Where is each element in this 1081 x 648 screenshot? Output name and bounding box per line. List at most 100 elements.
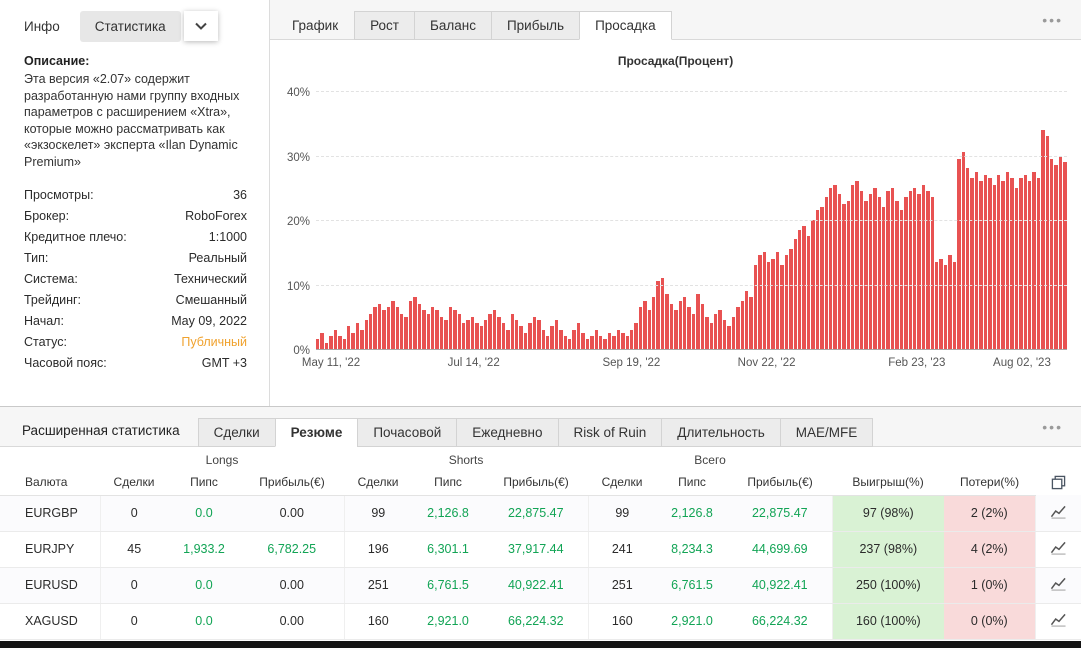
drawdown-bar xyxy=(382,310,386,349)
drawdown-bar xyxy=(457,313,461,349)
drawdown-bar xyxy=(660,278,665,349)
drawdown-bar xyxy=(506,329,510,349)
drawdown-bar xyxy=(373,307,377,349)
table-column-header-row: Валюта Сделки Пипс Прибыль(€) Сделки Пип… xyxy=(0,469,1081,496)
tab-growth[interactable]: Рост xyxy=(354,11,415,40)
drawdown-bar xyxy=(669,303,674,349)
more-menu-icon[interactable] xyxy=(1038,13,1067,27)
table-cell: 40,922.41 xyxy=(484,567,589,604)
drawdown-bar xyxy=(594,329,598,349)
field-value: May 09, 2022 xyxy=(171,314,247,328)
table-cell: 0.00 xyxy=(240,603,345,640)
wins-cell: 97 (98%) xyxy=(832,495,945,532)
tab-drawdown[interactable]: Просадка xyxy=(579,11,672,40)
table-cell: 99 xyxy=(588,495,657,532)
drawdown-bar xyxy=(568,339,572,349)
drawdown-bar xyxy=(1023,174,1027,349)
tab-trades[interactable]: Сделки xyxy=(197,418,276,447)
table-cell: 0.0 xyxy=(168,495,240,532)
table-cell: 0.00 xyxy=(240,495,345,532)
copy-report-icon[interactable] xyxy=(1051,475,1066,490)
drawdown-bar xyxy=(983,174,988,349)
drawdown-bar xyxy=(1010,178,1014,349)
info-field-row: Кредитное плечо: 1:1000 xyxy=(24,227,247,248)
drawdown-bar xyxy=(439,316,444,349)
drawdown-bar xyxy=(554,319,559,349)
equity-chart-icon[interactable] xyxy=(1050,576,1067,591)
tab-duration[interactable]: Длительность xyxy=(661,418,781,447)
wins-cell: 237 (98%) xyxy=(832,531,945,568)
drawdown-bar xyxy=(948,255,952,349)
drawdown-bar xyxy=(678,300,683,349)
drawdown-bar xyxy=(731,316,736,349)
drawdown-bar xyxy=(404,316,408,349)
drawdown-bar xyxy=(762,252,767,349)
y-tick-label: 0% xyxy=(293,345,310,357)
tab-statistics[interactable]: Статистика xyxy=(79,10,181,42)
tab-hourly[interactable]: Почасовой xyxy=(357,418,458,447)
tab-chart[interactable]: График xyxy=(284,11,346,40)
drawdown-bar xyxy=(966,168,970,349)
drawdown-bar xyxy=(523,332,528,349)
drawdown-bar xyxy=(625,336,629,349)
drawdown-chart: Просадка(Процент) 0% 10% 20% 30% 40% May 11,… xyxy=(270,40,1081,372)
field-label: Статус: xyxy=(24,335,67,349)
drawdown-bar xyxy=(1041,129,1045,349)
tab-info[interactable]: Инфо xyxy=(24,19,60,34)
chevron-down-icon[interactable] xyxy=(183,11,218,41)
drawdown-bar xyxy=(789,249,793,349)
field-label: Просмотры: xyxy=(24,188,94,202)
tab-mae-mfe[interactable]: MAE/MFE xyxy=(779,418,874,447)
drawdown-bar xyxy=(842,203,846,349)
drawdown-bar xyxy=(908,190,912,349)
y-tick-label: 20% xyxy=(286,216,310,228)
table-cell: 6,761.5 xyxy=(412,567,485,604)
drawdown-bar xyxy=(886,190,890,349)
drawdown-bar xyxy=(859,190,864,349)
equity-chart-icon[interactable] xyxy=(1050,612,1067,627)
drawdown-bar xyxy=(744,290,749,349)
drawdown-bar xyxy=(1045,136,1050,349)
drawdown-bar xyxy=(802,226,806,349)
x-tick-label: Feb 23, '23 xyxy=(888,357,946,369)
drawdown-bar xyxy=(1032,171,1036,349)
drawdown-bar xyxy=(806,236,811,349)
drawdown-bar xyxy=(599,336,603,349)
drawdown-bar xyxy=(1058,155,1063,349)
drawdown-bar xyxy=(616,329,621,349)
chart-bars xyxy=(316,78,1067,350)
drawdown-bar xyxy=(758,255,762,349)
drawdown-bar xyxy=(550,326,554,349)
drawdown-bar xyxy=(488,313,492,349)
more-menu-icon[interactable] xyxy=(1038,420,1067,434)
drawdown-bar xyxy=(1027,181,1032,349)
equity-chart-icon[interactable] xyxy=(1050,504,1067,519)
drawdown-bar xyxy=(408,300,413,349)
drawdown-bar xyxy=(771,258,775,349)
tab-risk-of-ruin[interactable]: Risk of Ruin xyxy=(557,418,663,447)
losses-cell: 1 (0%) xyxy=(944,567,1036,604)
tab-daily[interactable]: Ежедневно xyxy=(456,418,559,447)
table-cell: 8,234.3 xyxy=(656,531,729,568)
equity-chart-icon[interactable] xyxy=(1050,540,1067,555)
y-tick-label: 30% xyxy=(286,151,310,164)
tab-summary[interactable]: Резюме xyxy=(274,418,359,447)
table-cell: 45 xyxy=(100,531,168,568)
y-tick-label: 40% xyxy=(286,87,310,99)
drawdown-bar xyxy=(828,187,833,349)
drawdown-bar xyxy=(497,316,501,349)
drawdown-bar xyxy=(519,326,523,349)
drawdown-bar xyxy=(674,310,678,349)
chart-panel: График Рост Баланс Прибыль Просадка Прос… xyxy=(270,0,1081,406)
table-cell: 2,126.8 xyxy=(656,495,729,532)
info-fields: Просмотры: 36 Брокер: RoboForex Кредитное пл… xyxy=(24,185,247,374)
tab-profit[interactable]: Прибыль xyxy=(490,11,581,40)
drawdown-bar xyxy=(329,336,333,349)
drawdown-bar xyxy=(1001,181,1005,349)
chart-title: Просадка(Процент) xyxy=(617,54,734,68)
drawdown-bar xyxy=(1054,165,1058,349)
chart-plot-area: 0% 10% 20% 30% 40% xyxy=(287,78,1067,357)
drawdown-bar xyxy=(629,329,634,349)
wins-cell: 160 (100%) xyxy=(832,603,945,640)
tab-balance[interactable]: Баланс xyxy=(413,11,492,40)
